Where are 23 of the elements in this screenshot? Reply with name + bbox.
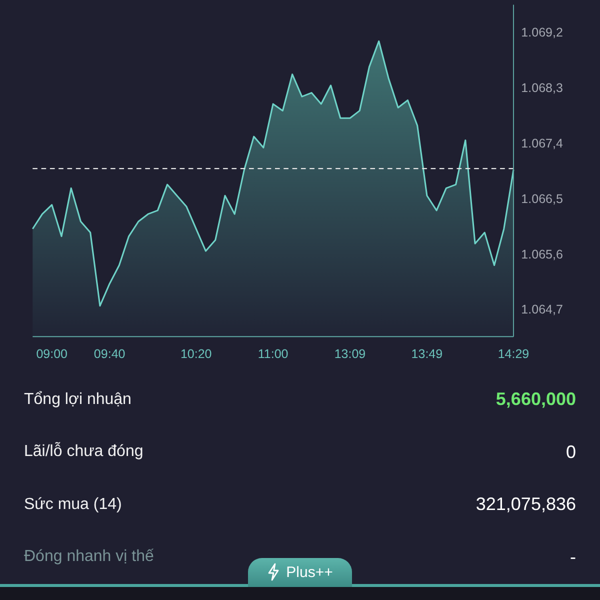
y-axis-label: 1.069,2 bbox=[521, 26, 563, 40]
stat-value: 0 bbox=[566, 442, 576, 463]
y-axis-label: 1.067,4 bbox=[521, 136, 563, 150]
x-axis-label: 13:49 bbox=[411, 346, 443, 361]
stat-label: Tổng lợi nhuận bbox=[24, 390, 132, 409]
x-axis-label: 09:40 bbox=[94, 346, 126, 361]
x-axis-label: 14:29 bbox=[498, 346, 530, 361]
y-axis-label: 1.065,6 bbox=[521, 247, 563, 262]
y-axis-label: 1.068,3 bbox=[521, 81, 563, 96]
y-axis-label: 1.064,7 bbox=[521, 302, 563, 317]
x-axis-label: 09:00 bbox=[36, 346, 68, 361]
plus-tab[interactable]: Plus++ bbox=[248, 558, 352, 587]
stat-value: 321,075,836 bbox=[476, 494, 576, 516]
x-axis-label: 10:20 bbox=[180, 346, 212, 361]
stat-label: Sức mua (14) bbox=[24, 496, 122, 514]
stat-value: 5,660,000 bbox=[496, 389, 576, 410]
stat-label: Lãi/lỗ chưa đóng bbox=[24, 443, 144, 462]
x-axis-label: 13:09 bbox=[334, 346, 366, 361]
stat-label: Đóng nhanh vị thế bbox=[24, 548, 154, 566]
lightning-icon bbox=[267, 563, 280, 582]
x-axis-label: 11:00 bbox=[258, 346, 288, 361]
y-axis-label: 1.066,5 bbox=[521, 192, 563, 206]
stat-value: - bbox=[570, 546, 576, 568]
